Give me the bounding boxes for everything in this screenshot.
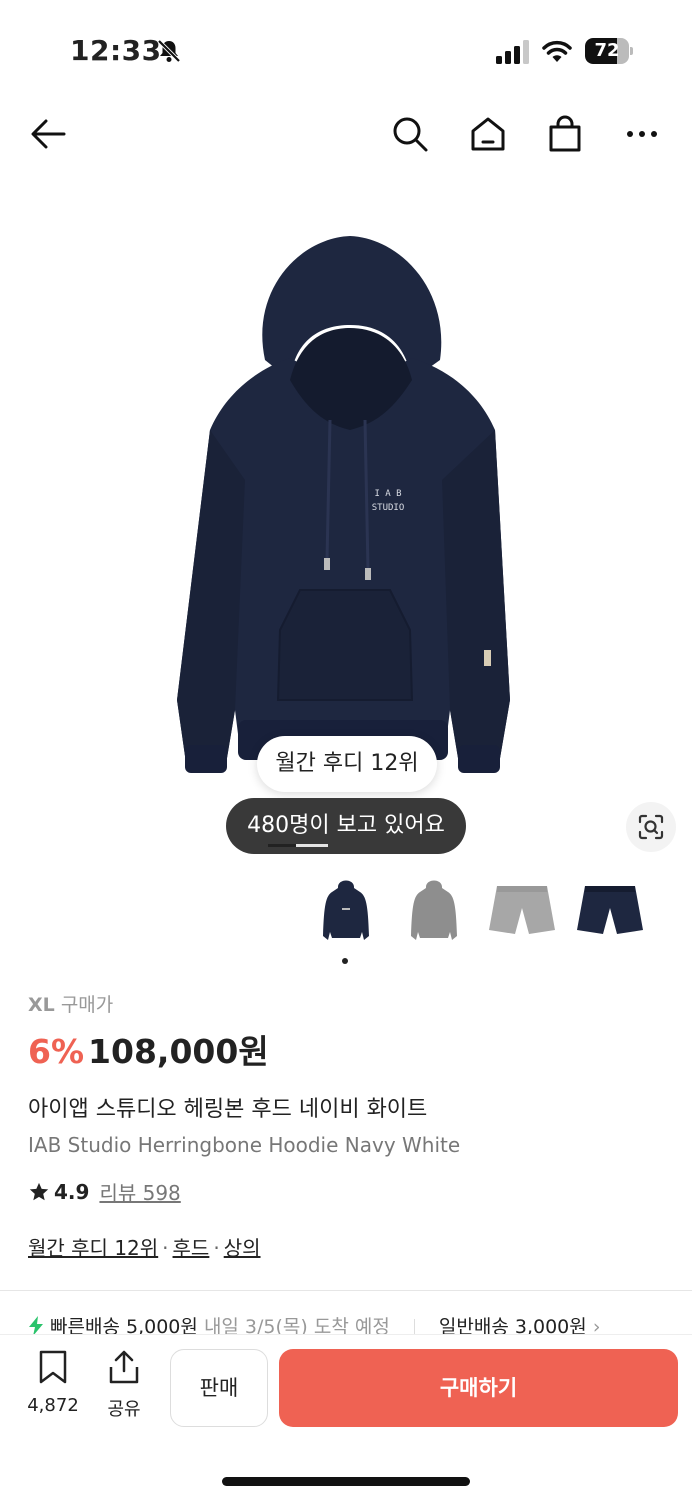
reviews-link[interactable]: 리뷰 598 (99, 1177, 180, 1206)
grey-hoodie-thumb-image (411, 880, 457, 940)
thumbnail-grey-hoodie[interactable] (398, 870, 470, 950)
more-icon (627, 131, 657, 137)
navy-hoodie-thumb-image (323, 880, 369, 940)
lightning-icon (29, 1316, 43, 1336)
chest-print-line2: STUDIO (372, 503, 405, 513)
sell-button[interactable]: 판매 (170, 1349, 268, 1427)
share-icon (109, 1350, 139, 1384)
bell-off-icon (157, 39, 181, 63)
status-time: 12:33 (70, 34, 162, 67)
wifi-icon (542, 40, 572, 62)
chest-print-line1: I A B (374, 489, 401, 499)
rating-row: 4.9 리뷰 598 (28, 1177, 668, 1206)
back-arrow-icon (31, 119, 66, 149)
home-indicator (222, 1477, 470, 1486)
signal-icon (496, 40, 529, 64)
rating-value: 4.9 (54, 1179, 90, 1204)
lens-icon (638, 814, 664, 840)
size-price-label: XL 구매가 (28, 990, 668, 1017)
star-icon (29, 1182, 49, 1200)
carousel-progress (268, 844, 328, 847)
back-button[interactable] (26, 112, 70, 156)
home-button[interactable] (466, 112, 510, 156)
grey-shorts-thumb-image (489, 886, 555, 934)
product-name-korean: 아이앱 스튜디오 헤링본 후드 네이비 화이트 (28, 1097, 428, 1122)
bookmark-count: 4,872 (27, 1395, 79, 1416)
more-button[interactable] (620, 112, 664, 156)
size-value: XL (28, 994, 55, 1016)
ranking-badge[interactable]: 월간 후디 12위 (257, 736, 437, 792)
price-row: 6% 108,000원 (28, 1025, 668, 1073)
buy-button[interactable]: 구매하기 (279, 1349, 678, 1427)
size-suffix: 구매가 (60, 994, 114, 1016)
navy-hoodie-image: I A B STUDIO (177, 236, 510, 773)
tag-ranking[interactable]: 월간 후디 12위 (28, 1236, 158, 1260)
thumbnail-navy-hoodie[interactable] (310, 870, 382, 950)
category-tags: 월간 후디 12위 · 후드 · 상의 (28, 1236, 261, 1260)
shopping-bag-icon (549, 115, 581, 152)
share-button[interactable]: 공유 (94, 1349, 154, 1429)
image-search-button[interactable] (626, 802, 676, 852)
cart-button[interactable] (543, 112, 587, 156)
section-divider (0, 1290, 692, 1291)
discount-rate: 6% (28, 1032, 85, 1071)
product-info: XL 구매가 6% 108,000원 아이앱 스튜디오 헤링본 후드 네이비 화이… (28, 990, 668, 1261)
bookmark-button[interactable]: 4,872 (20, 1349, 86, 1429)
bottom-action-bar: 4,872 공유 판매 구매하기 (0, 1334, 692, 1500)
viewers-badge: 480명이 보고 있어요 (226, 798, 466, 854)
home-icon (471, 117, 505, 151)
thumbnail-strip (310, 870, 670, 970)
bookmark-icon (39, 1350, 67, 1384)
battery-level: 72 (594, 40, 620, 61)
price: 108,000원 (88, 1032, 269, 1071)
thumbnail-grey-shorts[interactable] (486, 870, 558, 950)
selected-thumbnail-dot (342, 958, 348, 964)
product-image-carousel[interactable]: I A B STUDIO 월간 후디 12위 480명이 보고 있어요 (0, 190, 692, 854)
battery-icon: 72 (585, 38, 633, 64)
status-bar: 12:33 72 (0, 0, 692, 100)
search-icon (393, 117, 428, 152)
thumbnail-navy-shorts[interactable] (574, 870, 646, 950)
tag-hoodie[interactable]: 후드 (173, 1236, 210, 1260)
product-name-english: IAB Studio Herringbone Hoodie Navy White (28, 1133, 461, 1157)
top-navigation (0, 100, 692, 170)
share-label: 공유 (107, 1399, 141, 1420)
tag-tops[interactable]: 상의 (224, 1236, 261, 1260)
search-button[interactable] (388, 112, 432, 156)
navy-shorts-thumb-image (577, 886, 643, 934)
